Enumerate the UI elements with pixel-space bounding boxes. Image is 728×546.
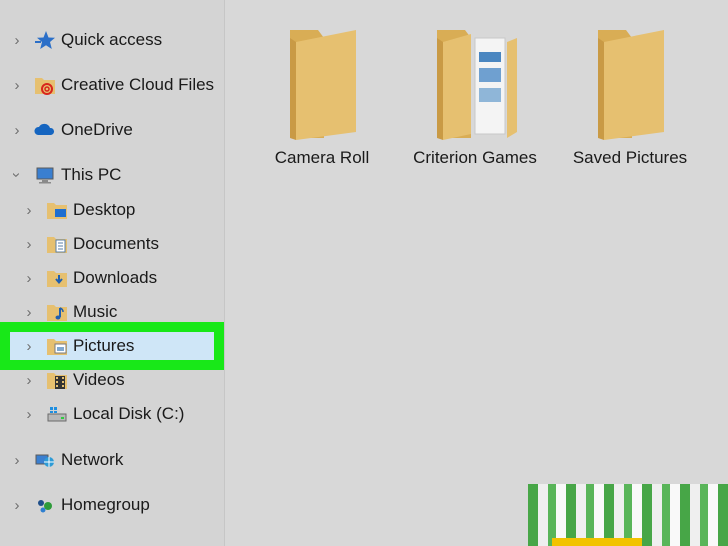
folder-icon xyxy=(290,30,356,140)
folder-camera-roll[interactable]: Camera Roll xyxy=(247,22,397,182)
nav-item-documents[interactable]: › Documents xyxy=(0,229,224,259)
chevron-right-icon[interactable]: › xyxy=(11,498,23,513)
nav-item-network[interactable]: › Network xyxy=(0,445,224,475)
folder-with-content-icon xyxy=(437,30,517,140)
chevron-right-icon[interactable]: › xyxy=(23,203,35,218)
folder-label: Criterion Games xyxy=(413,148,537,167)
nav-item-desktop[interactable]: › Desktop xyxy=(0,195,224,225)
chevron-right-icon[interactable]: › xyxy=(11,123,23,138)
chevron-right-icon[interactable]: › xyxy=(11,78,23,93)
nav-item-label: Local Disk (C:) xyxy=(73,404,185,423)
nav-item-creative-cloud-files[interactable]: › Creative Cloud Files xyxy=(0,70,224,100)
nav-item-onedrive[interactable]: › OneDrive xyxy=(0,115,224,145)
computer-icon xyxy=(36,167,54,184)
videos-folder-icon xyxy=(47,373,67,389)
chevron-right-icon[interactable]: › xyxy=(23,271,35,286)
nav-item-label: Documents xyxy=(73,234,159,253)
nav-item-label: Videos xyxy=(73,370,125,389)
nav-item-label: Network xyxy=(61,450,124,469)
nav-item-label: This PC xyxy=(61,165,122,184)
downloads-folder-icon xyxy=(47,271,67,287)
watermark-bar xyxy=(552,538,642,546)
music-folder-icon xyxy=(47,305,67,321)
cloud-icon xyxy=(34,123,55,135)
chevron-right-icon[interactable]: › xyxy=(11,453,23,468)
nav-item-label: Desktop xyxy=(73,200,136,219)
nav-item-music[interactable]: › Music xyxy=(0,297,224,327)
chevron-right-icon[interactable]: › xyxy=(23,407,35,422)
watermark xyxy=(528,484,728,546)
nav-item-pictures[interactable]: › Pictures xyxy=(0,331,224,361)
homegroup-icon xyxy=(38,500,52,513)
nav-item-this-pc[interactable]: › This PC xyxy=(0,160,224,190)
file-list: Camera Roll Criterion Games Saved Pictur… xyxy=(225,0,728,546)
folder-label: Camera Roll xyxy=(274,148,370,167)
folder-icon xyxy=(598,30,664,140)
chevron-right-icon[interactable]: › xyxy=(23,305,35,320)
star-icon xyxy=(35,31,55,49)
folder-saved-pictures[interactable]: Saved Pictures xyxy=(555,22,705,182)
nav-item-videos[interactable]: › Videos xyxy=(0,365,224,395)
chevron-down-icon[interactable]: › xyxy=(9,169,26,181)
chevron-right-icon[interactable]: › xyxy=(23,373,35,388)
documents-folder-icon xyxy=(47,237,67,253)
nav-item-label: Homegroup xyxy=(61,495,150,514)
folder-criterion-games[interactable]: Criterion Games xyxy=(400,22,550,182)
hard-drive-icon xyxy=(47,407,67,422)
nav-item-downloads[interactable]: › Downloads xyxy=(0,263,224,293)
creative-cloud-folder-icon xyxy=(35,78,55,95)
nav-item-local-disk-c[interactable]: › Local Disk (C:) xyxy=(0,399,224,429)
nav-item-label: Downloads xyxy=(73,268,158,287)
chevron-right-icon[interactable]: › xyxy=(23,339,35,354)
nav-item-homegroup[interactable]: › Homegroup xyxy=(0,490,224,520)
nav-item-label: Quick access xyxy=(61,30,163,49)
nav-item-label: OneDrive xyxy=(61,120,133,139)
network-icon xyxy=(35,454,54,467)
desktop-folder-icon xyxy=(47,203,67,219)
nav-item-label: Music xyxy=(73,302,118,321)
pictures-folder-icon xyxy=(47,339,67,355)
chevron-right-icon[interactable]: › xyxy=(11,33,23,48)
nav-item-label: Pictures xyxy=(73,336,135,355)
nav-item-label: Creative Cloud Files xyxy=(61,75,215,94)
folder-label: Saved Pictures xyxy=(572,148,688,167)
chevron-right-icon[interactable]: › xyxy=(23,237,35,252)
nav-item-quick-access[interactable]: › Quick access xyxy=(0,25,224,55)
